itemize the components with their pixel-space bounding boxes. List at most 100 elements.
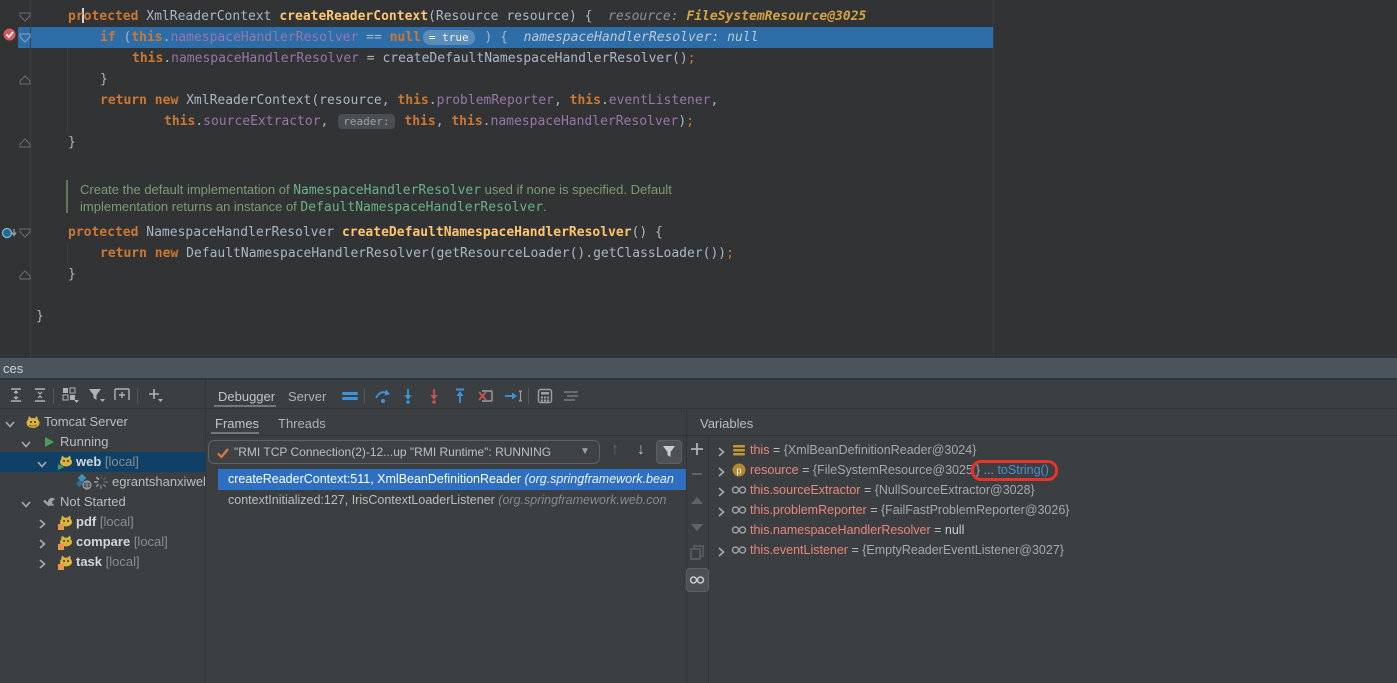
tab-frames[interactable]: Frames — [215, 416, 259, 431]
chevron-right-icon[interactable] — [715, 444, 727, 456]
fold-end-marker-icon[interactable] — [19, 267, 31, 277]
tomcat-icon — [25, 414, 41, 430]
tab-threads[interactable]: Threads — [278, 416, 326, 431]
code-token: (Resource resource) { — [428, 9, 592, 24]
chevron-down-icon[interactable] — [36, 456, 48, 468]
variable-value: null — [945, 523, 964, 537]
thread-selector-dropdown[interactable]: "RMI TCP Connection(2)-12...up "RMI Runt… — [208, 440, 600, 464]
layout-settings-icon[interactable] — [562, 388, 578, 404]
code-line: protected NamespaceHandlerResolver creat… — [68, 222, 663, 243]
move-watch-down-icon[interactable] — [689, 519, 705, 535]
code-line: return new XmlReaderContext(resource, th… — [100, 90, 718, 111]
tree-item-egrantshanxiwel[interactable]: egrantshanxiwel — [0, 472, 205, 492]
tree-item-pdf[interactable]: pdf [local] — [0, 512, 205, 532]
move-watch-up-icon[interactable] — [689, 493, 705, 509]
force-step-into-icon[interactable] — [426, 388, 442, 404]
code-line: } — [68, 132, 76, 153]
variable-text: this = {XmlBeanDefinitionReader@3024} — [750, 440, 976, 460]
services-panel-header[interactable]: ces — [0, 358, 1397, 379]
toolbar-separator — [364, 388, 365, 404]
fold-end-marker-icon[interactable] — [19, 135, 31, 145]
variable-row[interactable]: this.sourceExtractor = {NullSourceExtrac… — [710, 480, 1397, 500]
fold-marker-icon[interactable] — [19, 30, 31, 40]
duplicate-watch-icon[interactable] — [689, 544, 705, 560]
frame-package: (org.springframework.bean — [524, 472, 673, 486]
code-token: () { — [632, 225, 663, 240]
code-token: , — [436, 114, 452, 129]
variable-row[interactable]: presource = {FileSystemResource@3025} ..… — [710, 460, 1397, 480]
variables-panel-title: Variables — [700, 416, 753, 431]
show-watches-toggle-icon[interactable] — [686, 568, 709, 592]
fold-marker-icon[interactable] — [19, 225, 31, 235]
code-line: if (this.namespaceHandlerResolver == nul… — [100, 27, 758, 48]
tostring-link[interactable]: toString() — [997, 463, 1048, 477]
watch-icon — [731, 542, 747, 558]
code-token: if — [100, 30, 123, 45]
group-by-icon[interactable] — [62, 387, 78, 403]
chevron-right-icon[interactable] — [36, 516, 48, 528]
remove-watch-icon[interactable] — [689, 466, 705, 482]
tree-item-label: egrantshanxiwel — [112, 472, 205, 492]
code-token: NamespaceHandlerResolver — [146, 225, 342, 240]
tree-item-label: compare [local] — [76, 532, 168, 552]
chevron-right-icon[interactable] — [36, 556, 48, 568]
variable-row[interactable]: this.eventListener = {EmptyReaderEventLi… — [710, 540, 1397, 560]
variable-row[interactable]: this.namespaceHandlerResolver = null — [710, 520, 1397, 540]
tree-item-label: task [local] — [76, 552, 140, 572]
filter-icon[interactable] — [88, 387, 104, 403]
code-token: null — [390, 30, 421, 45]
add-configuration-icon[interactable] — [146, 387, 162, 403]
breakpoint-icon[interactable] — [3, 28, 16, 41]
code-token: this — [132, 51, 163, 66]
implementing-method-icon[interactable] — [1, 226, 19, 240]
chevron-down-icon[interactable] — [20, 496, 32, 508]
step-over-icon[interactable] — [374, 388, 390, 404]
code-token: used if none is specified. Default — [481, 182, 672, 197]
fold-marker-icon[interactable] — [19, 9, 31, 19]
chevron-down-icon[interactable] — [4, 416, 16, 428]
chevron-right-icon[interactable] — [715, 464, 727, 476]
show-execution-point-icon[interactable] — [340, 388, 356, 404]
chevron-right-icon[interactable] — [36, 536, 48, 548]
tree-item-compare[interactable]: compare [local] — [0, 532, 205, 552]
frame-row[interactable]: contextInitialized:127, IrisContextLoade… — [205, 490, 686, 511]
variable-value: {NullSourceExtractor@3028} — [875, 483, 1035, 497]
next-frame-icon[interactable]: ↓ — [637, 441, 645, 459]
tree-item-task[interactable]: task [local] — [0, 552, 205, 572]
watch-icon — [731, 482, 747, 498]
add-service-icon[interactable] — [113, 387, 129, 403]
frame-row[interactable]: createReaderContext:511, XmlBeanDefiniti… — [218, 469, 686, 490]
variable-row[interactable]: this = {XmlBeanDefinitionReader@3024} — [710, 440, 1397, 460]
chevron-down-icon: ▼ — [580, 441, 590, 463]
tree-item-not-started[interactable]: Not Started — [0, 492, 205, 512]
fold-end-marker-icon[interactable] — [19, 72, 31, 82]
add-watch-icon[interactable] — [689, 441, 705, 457]
code-token: problemReporter — [437, 93, 554, 108]
variable-row[interactable]: this.problemReporter = {FailFastProblemR… — [710, 500, 1397, 520]
previous-frame-icon[interactable]: ↑ — [611, 441, 619, 459]
tree-item-running[interactable]: Running — [0, 432, 205, 452]
chevron-right-icon[interactable] — [715, 544, 727, 556]
chevron-right-icon[interactable] — [715, 504, 727, 516]
run-to-cursor-icon[interactable] — [503, 388, 519, 404]
tree-item-web[interactable]: web [local] — [0, 452, 205, 472]
code-token: namespaceHandlerResolver — [170, 30, 366, 45]
step-out-icon[interactable] — [452, 388, 468, 404]
hide-library-frames-filter-icon[interactable] — [656, 440, 682, 464]
reset-frame-icon[interactable] — [477, 388, 493, 404]
tab-server[interactable]: Server — [288, 389, 326, 404]
step-into-icon[interactable] — [400, 388, 416, 404]
chevron-right-icon[interactable] — [715, 484, 727, 496]
code-token: return new — [100, 93, 186, 108]
chevron-down-icon[interactable] — [20, 436, 32, 448]
tree-item-tomcat-server[interactable]: Tomcat Server — [0, 412, 205, 432]
evaluate-expression-icon[interactable] — [537, 388, 553, 404]
code-editor[interactable]: protected XmlReaderContext createReaderC… — [0, 0, 1397, 358]
tab-debugger[interactable]: Debugger — [218, 389, 275, 404]
expand-all-icon[interactable] — [8, 387, 24, 403]
collapse-all-icon[interactable] — [32, 387, 48, 403]
separator[interactable] — [205, 380, 206, 683]
code-token: protected — [68, 9, 146, 24]
code-token: this — [451, 114, 482, 129]
equals-sign: = — [867, 503, 881, 517]
